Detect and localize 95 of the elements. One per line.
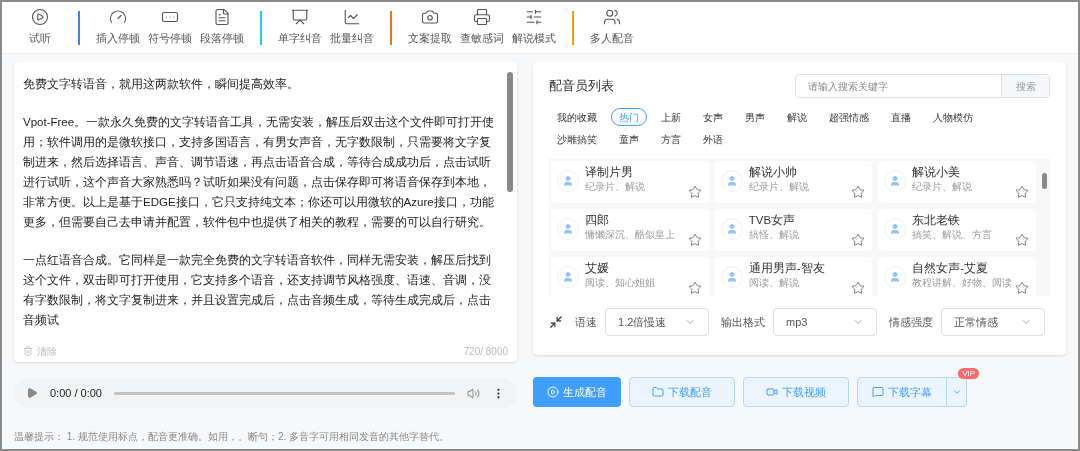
dropdown[interactable]: 1.2倍慢速 (605, 308, 710, 336)
voice-name: 艾媛 (585, 261, 611, 276)
star-icon[interactable] (687, 185, 702, 199)
camera-icon (421, 8, 439, 27)
toolbar-button[interactable]: 段落停顿 (196, 8, 248, 47)
voice-name: 东北老铁 (912, 213, 962, 228)
voice-card[interactable]: TVB女声 搞怪、解说 (714, 209, 873, 251)
toolbar-button[interactable]: 符号停顿 (144, 8, 196, 47)
voice-card[interactable]: 解说小帅 纪录片、解说 (714, 161, 873, 203)
voice-tags: 慵懒深沉、酷似皇上 (585, 229, 676, 241)
vip-badge: VIP (958, 368, 980, 379)
category-tab[interactable]: 童声 (611, 130, 648, 148)
voice-card[interactable]: 东北老铁 搞笑、解说、方言 (878, 209, 1036, 251)
star-icon[interactable] (687, 281, 702, 295)
toolbar-button[interactable]: 批量纠音 (326, 8, 378, 47)
tip-text: 温馨提示： 1. 规范使用标点，配音更准确。如用，。断句；2. 多音字可用相同发音的其他字替代。 (14, 429, 449, 444)
toolbar-button[interactable]: 单字纠音 (274, 8, 326, 47)
editor-paragraph: 一点红语音合成。它同样是一款完全免费的文字转语音软件，同样无需安装，解压后找到这个文件，双击即可打开使用，它支持多个语音，还支持调节风格强度、语速、音调，没有字数限制，将文字复制进来，并且设置完成后，点击音频生成，等待生成完成后，点击音频试 (23, 253, 492, 328)
category-tab[interactable]: 沙雕搞笑 (549, 130, 606, 148)
voice-tags: 纪录片、解说 (912, 181, 973, 193)
category-tab[interactable]: 方言 (653, 130, 690, 148)
category-tab[interactable]: 男声 (737, 108, 774, 126)
voice-card[interactable]: 艾媛 阅读、知心姐姐 (551, 257, 709, 296)
voice-tags: 教程讲解、好物、阅读 (912, 277, 1013, 289)
star-icon[interactable] (1015, 185, 1029, 199)
voice-tags: 搞笑、解说、方言 (912, 229, 993, 241)
toolbar-button[interactable]: 解说模式 (508, 8, 560, 47)
setting-label: 情感强度 (889, 314, 934, 330)
scrollbar-thumb[interactable] (507, 72, 514, 192)
text-editor[interactable] (14, 62, 518, 362)
toolbar-button[interactable]: 试听 (14, 8, 66, 47)
star-icon[interactable] (687, 233, 702, 247)
toolbar-button[interactable]: 查敏感词 (456, 8, 508, 47)
play-icon (31, 8, 49, 27)
category-tab[interactable]: 超强情感 (821, 108, 878, 126)
dropdown[interactable]: 正常情感 (941, 308, 1046, 336)
voice-tags: 阅读、解说 (748, 277, 825, 289)
volume-icon[interactable] (467, 386, 481, 400)
chart-icon (343, 8, 361, 27)
editor-paragraph: Vpot-Free。一款永久免费的文字转语音工具，无需安装，解压后双击这个文件即可打开使用；软件调用的是微软接口，支持多国语言，有男女声音，无字数限制，只需要将文字复制进来，然后选择语言、声音、调节语速，再点击语音合成，等待合成成功后，点击试听进行试听，这个声音大家熟悉吗？试听如果没有问题，点击保存即可将语音保存到本地，非常方便。以上是基于EDGE接口，它只支持纯文本；你还可以用微软的Azure接口，功能更多，但需要自己去申请并配置，软件包中也提供了相关的教程，需要的可以自行研究。 (23, 115, 496, 230)
time-display: 0:00 / 0:00 (50, 385, 102, 401)
voice-card[interactable]: 四郎 慵懒深沉、酷似皇上 (551, 209, 709, 251)
category-tab[interactable]: 我的收藏 (549, 108, 606, 126)
voice-card[interactable]: 译制片男 纪录片、解说 (551, 161, 709, 203)
panel-title: 配音员列表 (549, 77, 615, 96)
voice-name: 四郎 (585, 213, 611, 228)
voice-tags: 搞怪、解说 (748, 229, 799, 241)
progress-track[interactable] (114, 391, 456, 395)
dropdown-button[interactable] (947, 377, 968, 407)
setting-label: 语速 (575, 314, 598, 330)
folder-icon (652, 386, 665, 398)
voice-tags: 纪录片、解说 (748, 181, 809, 193)
printer-icon (473, 8, 491, 27)
category-tab[interactable]: 女声 (695, 108, 732, 126)
setting-label: 输出格式 (721, 314, 766, 330)
dropdown[interactable]: mp3 (773, 308, 878, 336)
editor-paragraph: 免费文字转语音，就用这两款软件，瞬间提高效率。 (23, 77, 300, 92)
voice-name: TVB女声 (748, 213, 797, 228)
voice-card[interactable]: 解说小美 纪录片、解说 (878, 161, 1036, 203)
star-icon[interactable] (851, 281, 866, 295)
toolbar-button[interactable]: 插入停顿 (92, 8, 144, 47)
chevron-icon (951, 387, 962, 397)
sliders-icon (525, 8, 543, 27)
video-icon (766, 386, 779, 398)
voice-name: 自然女声-艾夏 (912, 261, 990, 276)
toolbar-button[interactable]: 文案提取 (404, 8, 456, 47)
voice-name: 通用男声-智友 (748, 261, 825, 276)
voice-tags: 纪录片、解说 (585, 181, 646, 193)
category-tab[interactable]: 直播 (883, 108, 920, 126)
voice-name: 解说小美 (912, 165, 962, 180)
category-tab[interactable]: 外语 (695, 130, 732, 148)
users-icon (603, 8, 621, 27)
voice-card[interactable]: 通用男声-智友 阅读、解说 (714, 257, 873, 296)
scrollbar-thumb[interactable] (1042, 173, 1047, 189)
star-icon[interactable] (1015, 281, 1029, 295)
collapse-icon[interactable] (549, 315, 564, 329)
category-tab[interactable]: 解说 (779, 108, 816, 126)
category-tab[interactable]: 人物模仿 (925, 108, 982, 126)
star-icon[interactable] (851, 185, 866, 199)
document-icon (213, 8, 231, 27)
play-icon (547, 386, 560, 398)
toolbar-button[interactable]: 多人配音 (586, 8, 638, 47)
character-count: 720/ 8000 (463, 344, 509, 359)
voice-name: 解说小帅 (748, 165, 798, 180)
category-tab[interactable]: 上新 (653, 108, 690, 126)
voice-tags: 阅读、知心姐姐 (585, 277, 656, 289)
star-icon[interactable] (851, 233, 866, 247)
audio-player[interactable]: 0:00 / 0:00 (14, 378, 518, 408)
subtitle-icon (872, 386, 885, 398)
play-icon[interactable] (26, 387, 38, 399)
voice-card[interactable]: 自然女声-艾夏 教程讲解、好物、阅读 (878, 257, 1036, 296)
star-icon[interactable] (1015, 233, 1029, 247)
voice-name: 译制片男 (585, 165, 635, 180)
easel-icon (291, 8, 309, 27)
trash-icon (23, 346, 33, 356)
